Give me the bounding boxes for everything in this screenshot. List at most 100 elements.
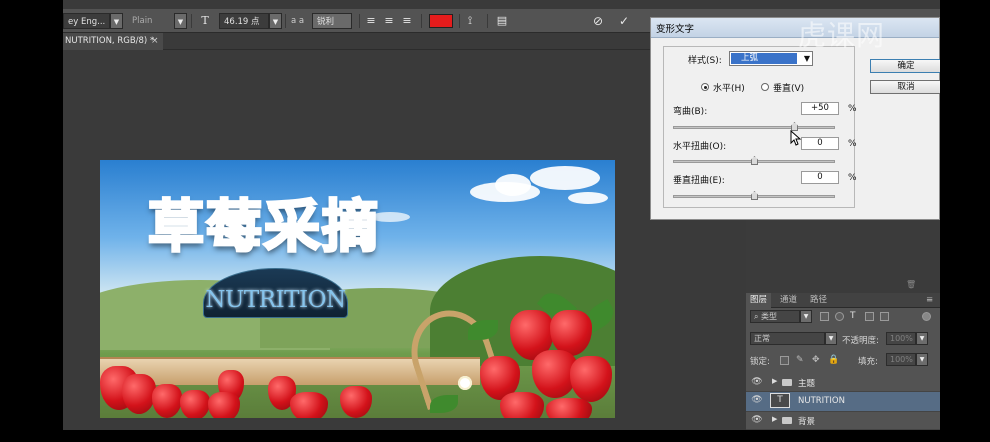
type-filter-icon[interactable]: T [850, 312, 859, 321]
strawberry [290, 392, 328, 418]
adjustment-filter-icon[interactable] [835, 312, 844, 321]
cancel-button[interactable]: 取消 [870, 80, 940, 94]
tab-paths[interactable]: 路径 [806, 293, 831, 308]
layer-name: 背景 [798, 417, 816, 427]
strawberry [340, 386, 372, 418]
lock-transparent-icon[interactable] [780, 356, 789, 365]
photoshop-window: ey Eng... ▼ Plain ▼ T 46.19 点 ▼ a a 锐利 ≡… [63, 0, 940, 430]
horizontal-label: 水平(H) [713, 84, 745, 94]
cloud [568, 192, 608, 204]
nutrition-text: NUTRITION [205, 287, 346, 313]
headline-text[interactable]: 草莓采摘 [147, 182, 380, 263]
smart-object-filter-icon[interactable] [880, 312, 889, 321]
horizontal-radio[interactable] [701, 83, 709, 91]
commit-check-icon[interactable]: ✓ [617, 13, 631, 29]
strawberry [180, 390, 210, 418]
trash-icon[interactable]: 🗑 [906, 280, 916, 289]
text-color-swatch[interactable] [429, 14, 453, 28]
panel-menu-icon[interactable]: ≡ [922, 293, 937, 308]
chevron-down-icon[interactable]: ▼ [825, 332, 837, 345]
strawberry [570, 356, 612, 402]
bend-percent: % [848, 104, 857, 114]
horizontal-distortion-field[interactable]: 0 [801, 137, 839, 150]
vertical-distortion-track[interactable] [673, 191, 835, 200]
eye-icon[interactable]: 👁 [750, 395, 764, 405]
font-size-field[interactable]: 46.19 点 [219, 13, 269, 29]
horizontal-distortion-percent: % [848, 139, 857, 149]
font-family-select[interactable]: ey Eng... [63, 13, 110, 29]
bend-slider-track[interactable] [673, 122, 835, 131]
layer-row-background[interactable]: 👁 ▶ 背景 [746, 412, 940, 430]
strawberry [546, 398, 592, 418]
bend-label: 弯曲(B): [673, 107, 708, 117]
bend-value-field[interactable]: +50 [801, 102, 839, 115]
cancel-icon[interactable]: ⊘ [591, 13, 605, 29]
dialog-title: 变形文字 [656, 24, 695, 35]
strawberry [208, 392, 240, 418]
blend-mode-select[interactable]: 正常 [750, 332, 825, 345]
style-selected-value: 上弧 [731, 53, 797, 64]
search-icon: ⌕ [754, 312, 762, 321]
pixel-filter-icon[interactable] [820, 312, 829, 321]
vertical-distortion-field[interactable]: 0 [801, 171, 839, 184]
text-layer-icon: T [770, 393, 790, 408]
document-tab-title: NUTRITION, RGB/8) * [65, 36, 155, 46]
vertical-label: 垂直(V) [773, 84, 805, 94]
nutrition-arc-badge[interactable]: NUTRITION [203, 268, 348, 318]
align-right-icon[interactable]: ≡ [400, 13, 414, 29]
dialog-titlebar[interactable]: 变形文字 [651, 18, 939, 38]
warp-text-dialog: 变形文字 样式(S): 上弧 ▼ 水平(H) 垂直(V) 弯曲(B): +50 … [650, 17, 940, 220]
font-size-dropdown-icon[interactable]: ▼ [269, 13, 282, 29]
font-style-dropdown-icon[interactable]: ▼ [174, 13, 187, 29]
eye-icon[interactable]: 👁 [750, 415, 764, 425]
chevron-down-icon[interactable]: ▼ [916, 332, 928, 345]
expand-triangle-icon[interactable]: ▶ [772, 377, 777, 385]
chevron-down-icon[interactable]: ▼ [916, 353, 928, 366]
document-canvas[interactable]: 草莓采摘 NUTRITION [100, 160, 615, 418]
strawberry [500, 392, 544, 418]
tab-channels[interactable]: 通道 [776, 293, 801, 308]
filter-toggle-icon[interactable] [922, 312, 931, 321]
document-tab[interactable]: NUTRITION, RGB/8) * × [63, 33, 163, 50]
eye-icon[interactable]: 👁 [750, 377, 764, 387]
horizontal-distortion-label: 水平扭曲(O): [673, 142, 727, 152]
tab-layers[interactable]: 图层 [746, 293, 772, 308]
fill-label: 填充: [858, 357, 878, 367]
leaf [430, 395, 458, 413]
chevron-down-icon[interactable]: ▼ [800, 310, 812, 323]
align-center-icon[interactable]: ≡ [382, 13, 396, 29]
ok-button[interactable]: 确定 [870, 59, 940, 73]
antialias-select[interactable]: 锐利 [312, 13, 352, 29]
opacity-label: 不透明度: [842, 336, 879, 346]
antialias-icon: a a [291, 16, 305, 26]
character-panel-icon[interactable]: ▤ [495, 13, 509, 29]
lock-position-icon[interactable]: ✥ [812, 356, 821, 365]
style-label: 样式(S): [688, 56, 722, 66]
shape-filter-icon[interactable] [865, 312, 874, 321]
expand-triangle-icon[interactable]: ▶ [772, 415, 777, 423]
vertical-radio[interactable] [761, 83, 769, 91]
warp-text-icon[interactable]: ⟟ [463, 13, 477, 29]
strawberry [152, 384, 182, 418]
vertical-distortion-percent: % [848, 173, 857, 183]
folder-icon [782, 379, 792, 386]
layer-row-nutrition[interactable]: 👁 T NUTRITION [746, 392, 940, 412]
close-icon[interactable]: × [151, 33, 159, 50]
lock-label: 锁定: [750, 357, 770, 367]
layer-filter-label: 类型 [761, 312, 778, 321]
mouse-pointer-icon [790, 130, 802, 146]
font-family-dropdown-icon[interactable]: ▼ [110, 13, 123, 29]
align-left-icon[interactable]: ≡ [364, 13, 378, 29]
strawberry [122, 374, 156, 414]
layer-filter-select[interactable]: ⌕ 类型 [750, 310, 800, 323]
lock-all-icon[interactable]: 🔒 [828, 356, 839, 365]
horizontal-distortion-track[interactable] [673, 156, 835, 165]
lock-pixels-icon[interactable]: ✎ [796, 356, 805, 365]
opacity-field[interactable]: 100% [886, 332, 916, 345]
fill-field[interactable]: 100% [886, 353, 916, 366]
panel-area: 🗑 图层 通道 路径 ≡ ⌕ 类型 ▼ T 正常 ▼ 不透明度: 100% ▼ … [746, 220, 940, 430]
layers-panel-tabs: 图层 通道 路径 ≡ [746, 293, 940, 308]
white-flower [458, 376, 472, 390]
layer-row-theme[interactable]: 👁 ▶ 主题 [746, 374, 940, 392]
watermark-logo: 虎课网 [798, 19, 886, 52]
